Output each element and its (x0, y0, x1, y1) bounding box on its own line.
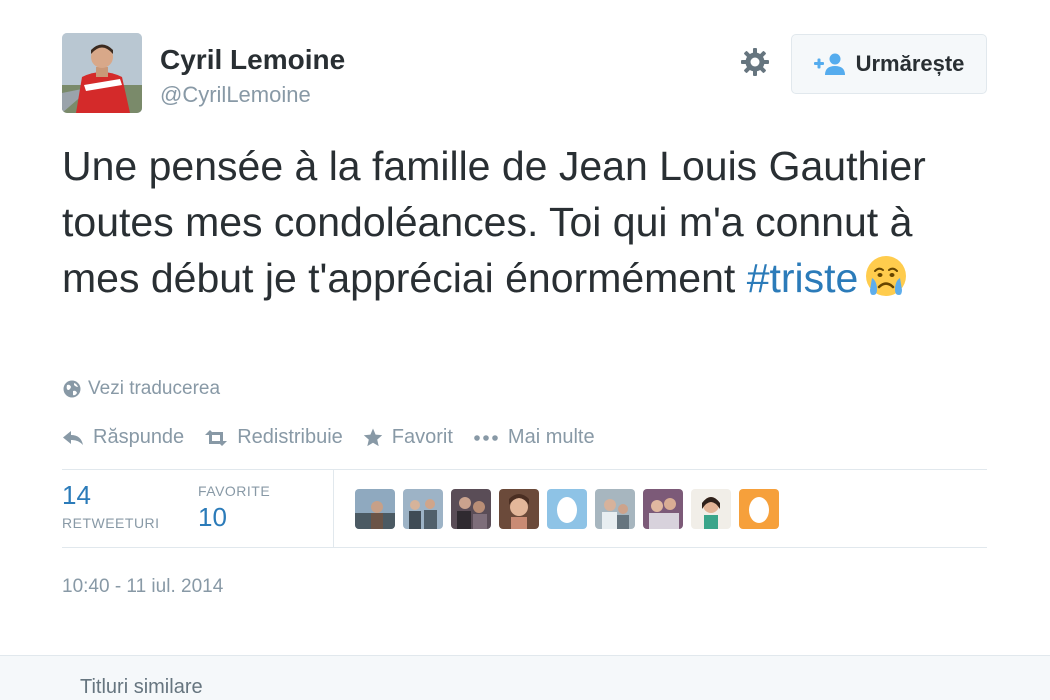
more-dots-icon (474, 434, 498, 441)
retweet-icon (205, 429, 228, 446)
more-label: Mai multe (507, 426, 595, 448)
favoriter-avatar[interactable] (739, 489, 779, 529)
retweets-count: 14 (62, 480, 91, 510)
hashtag-link[interactable]: #triste (747, 255, 859, 301)
favoriter-avatar[interactable] (547, 489, 587, 529)
reply-icon (63, 430, 83, 445)
related-title: Titluri similare (80, 676, 203, 698)
tweet-actions: Răspunde Redistribuie Favorit Mai multe (62, 426, 595, 449)
follow-button-label: Urmărește (855, 51, 965, 76)
crying-face-emoji (866, 256, 907, 296)
related-section: Titluri similare (0, 655, 1050, 700)
star-icon (363, 428, 382, 447)
globe-icon (63, 380, 81, 398)
retweets-stat[interactable]: 14 RETWEETURI (62, 480, 160, 531)
favoriter-avatar[interactable] (595, 489, 635, 529)
reply-button[interactable]: Răspunde (62, 426, 184, 449)
favorite-label: Favorit (391, 426, 453, 448)
tweet-text: Une pensée à la famille de Jean Louis Ga… (62, 138, 992, 306)
favoriter-avatar[interactable] (643, 489, 683, 529)
favorites-stat[interactable]: FAVORITE 10 (198, 483, 270, 533)
favoriter-avatar[interactable] (691, 489, 731, 529)
translate-link[interactable]: Vezi traducerea (62, 378, 220, 400)
favorites-count: 10 (198, 502, 227, 532)
author-avatar[interactable] (62, 33, 142, 113)
tweet-card: Cyril Lemoine @CyrilLemoine Urmărește Un… (0, 0, 1050, 655)
follow-button[interactable]: Urmărește (791, 34, 987, 94)
favorite-button[interactable]: Favorit (363, 426, 453, 449)
tweet-timestamp[interactable]: 10:40 - 11 iul. 2014 (62, 576, 223, 598)
favoriter-avatar[interactable] (451, 489, 491, 529)
gear-icon[interactable] (739, 46, 771, 78)
favorites-label: FAVORITE (198, 483, 271, 499)
more-button[interactable]: Mai multe (473, 426, 595, 449)
favoriter-avatar[interactable] (499, 489, 539, 529)
translate-label: Vezi traducerea (88, 378, 221, 399)
add-user-icon (813, 53, 845, 75)
stats-bottom-divider (62, 547, 987, 548)
retweet-label: Redistribuie (237, 426, 343, 448)
retweets-label: RETWEETURI (62, 515, 160, 531)
favoriter-avatar[interactable] (403, 489, 443, 529)
favoriter-avatar[interactable] (355, 489, 395, 529)
favoriter-avatars (355, 489, 779, 529)
author-name[interactable]: Cyril Lemoine (160, 44, 345, 76)
retweet-button[interactable]: Redistribuie (204, 426, 343, 449)
reply-label: Răspunde (93, 426, 185, 448)
author-handle[interactable]: @CyrilLemoine (160, 82, 311, 108)
stats-top-divider (62, 469, 987, 470)
stats-vertical-divider (333, 470, 334, 547)
